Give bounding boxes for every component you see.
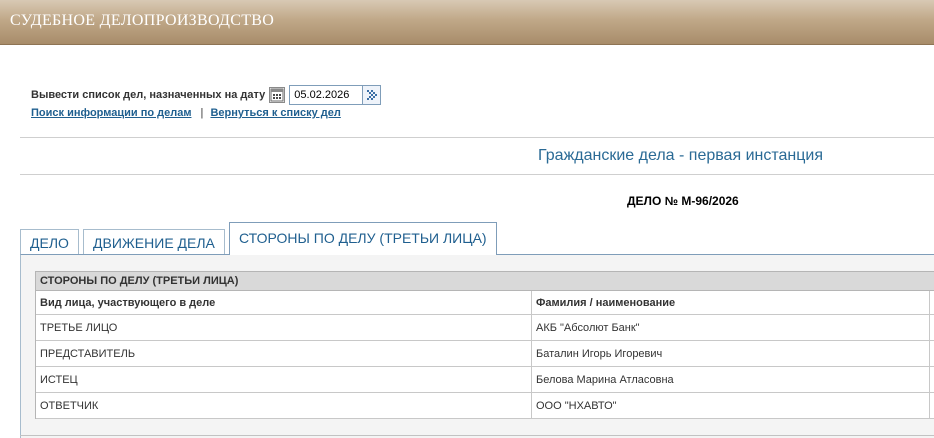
party-name: ООО "НХАВТО" — [532, 393, 930, 418]
table-row: ИСТЕЦ Белова Марина Атласовна — [36, 367, 934, 393]
parties-table: СТОРОНЫ ПО ДЕЛУ (ТРЕТЬИ ЛИЦА) Вид лица, … — [35, 271, 934, 419]
nav-links: Поиск информации по делам | Вернуться к … — [31, 107, 341, 119]
panel-bottom-border — [20, 435, 934, 436]
app-header: СУДЕБНОЕ ДЕЛОПРОИЗВОДСТВО — [0, 0, 934, 45]
party-extra — [930, 367, 934, 392]
search-cases-link[interactable]: Поиск информации по делам — [31, 107, 191, 119]
party-name: Баталин Игорь Игоревич — [532, 341, 930, 366]
column-header-extra — [930, 291, 934, 314]
party-role: ПРЕДСТАВИТЕЛЬ — [36, 341, 532, 366]
table-title: СТОРОНЫ ПО ДЕЛУ (ТРЕТЬИ ЛИЦА) — [36, 272, 934, 291]
party-extra — [930, 393, 934, 418]
link-separator: | — [200, 107, 204, 119]
date-filter-label: Вывести список дел, назначенных на дату — [31, 89, 266, 101]
back-to-list-link[interactable]: Вернуться к списку дел — [210, 107, 340, 119]
party-extra — [930, 341, 934, 366]
column-header-role: Вид лица, участвующего в деле — [36, 291, 532, 314]
table-row: ПРЕДСТАВИТЕЛЬ Баталин Игорь Игоревич — [36, 341, 934, 367]
tab-case[interactable]: ДЕЛО — [20, 229, 79, 254]
table-header-row: Вид лица, участвующего в деле Фамилия / … — [36, 291, 934, 315]
table-row: ОТВЕТЧИК ООО "НХАВТО" — [36, 393, 934, 419]
app-title: СУДЕБНОЕ ДЕЛОПРОИЗВОДСТВО — [10, 12, 275, 29]
table-row: ТРЕТЬЕ ЛИЦО АКБ "Абсолют Банк" — [36, 315, 934, 341]
date-input[interactable] — [289, 85, 364, 105]
tab-parties[interactable]: СТОРОНЫ ПО ДЕЛУ (ТРЕТЬИ ЛИЦА) — [229, 222, 497, 255]
case-number: ДЕЛО № М-96/2026 — [627, 194, 739, 208]
go-arrow-icon[interactable] — [363, 85, 382, 105]
divider-bottom — [20, 174, 934, 175]
party-role: ОТВЕТЧИК — [36, 393, 532, 418]
divider-top — [20, 137, 934, 138]
party-name: Белова Марина Атласовна — [532, 367, 930, 392]
section-title: Гражданские дела - первая инстанция — [538, 147, 823, 164]
date-filter: Вывести список дел, назначенных на дату — [31, 84, 382, 106]
column-header-name: Фамилия / наименование — [532, 291, 930, 314]
tab-case-movement[interactable]: ДВИЖЕНИЕ ДЕЛА — [83, 229, 225, 254]
party-role: ИСТЕЦ — [36, 367, 532, 392]
party-role: ТРЕТЬЕ ЛИЦО — [36, 315, 532, 340]
party-extra — [930, 315, 934, 340]
calendar-icon[interactable] — [269, 87, 286, 103]
party-name: АКБ "Абсолют Банк" — [532, 315, 930, 340]
